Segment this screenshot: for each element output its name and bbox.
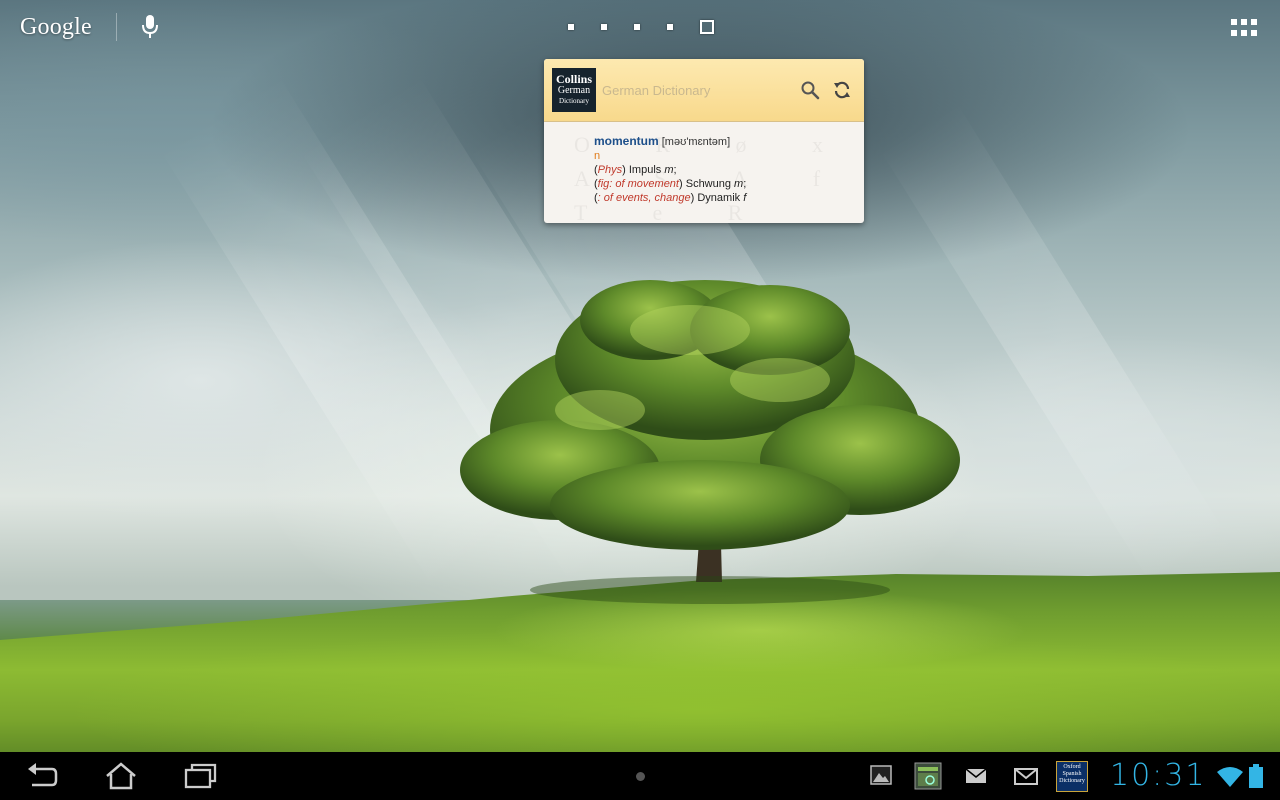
translation: Impuls	[625, 164, 665, 176]
back-icon[interactable]	[24, 762, 60, 790]
part-of-speech: n	[594, 150, 601, 162]
logo-line-2: German	[557, 84, 591, 96]
oxford-line-2: Spanish	[1062, 771, 1082, 777]
gender: f	[743, 192, 747, 204]
gmail-icon[interactable]	[1014, 768, 1038, 785]
logo-line-3: Dictionary	[559, 96, 589, 105]
collins-logo[interactable]: Collins German Dictionary	[552, 68, 596, 112]
refresh-icon[interactable]	[832, 80, 852, 100]
gallery-icon[interactable]	[870, 764, 892, 786]
sense-tag: : of events, change	[597, 192, 691, 204]
sense-tag: fig: of movement	[597, 178, 679, 190]
widget-header: Collins German Dictionary German Diction…	[544, 59, 864, 122]
home-icon[interactable]	[103, 762, 139, 790]
collins-dictionary-widget[interactable]: Collins German Dictionary German Diction…	[544, 59, 864, 223]
oxford-spanish-dictionary-icon[interactable]: Oxford Spanish Dictionary	[1056, 761, 1088, 792]
google-logo[interactable]: Google	[20, 14, 92, 41]
logo-line-1: Collins	[555, 71, 592, 86]
dictionary-entry[interactable]: O R ø x A S Λ f T e R momentum [məʊ'mɛnt…	[544, 122, 864, 223]
oxford-line-1: Oxford	[1063, 764, 1081, 770]
status-clock[interactable]: 10:31	[1110, 756, 1206, 796]
sense-line: (Phys) Impuls m;	[594, 164, 677, 176]
translation: Schwung	[682, 178, 735, 190]
widget-title[interactable]: German Dictionary	[602, 83, 800, 98]
system-navigation-bar: Oxford Spanish Dictionary	[0, 752, 1280, 800]
wifi-icon[interactable]	[1216, 766, 1244, 788]
page-dot	[568, 24, 574, 30]
all-apps-grid-icon[interactable]	[1231, 19, 1257, 37]
google-search-bar[interactable]: Google	[20, 12, 159, 42]
sense-line: (fig: of movement) Schwung m;	[594, 178, 747, 190]
recent-apps-icon[interactable]	[183, 762, 219, 790]
headword: momentum	[594, 134, 659, 148]
search-divider	[115, 13, 117, 41]
gender: m	[734, 178, 744, 190]
page-dot-current	[700, 20, 714, 34]
sense-tag: Phys	[597, 164, 623, 176]
search-icon[interactable]	[800, 80, 820, 100]
pronunciation: [məʊ'mɛntəm]	[661, 136, 731, 148]
page-dot	[667, 24, 673, 30]
nav-center-indicator	[636, 772, 645, 781]
battery-icon[interactable]	[1249, 764, 1263, 788]
page-dot	[634, 24, 640, 30]
gender: m	[664, 164, 674, 176]
page-dot	[601, 24, 607, 30]
translation: Dynamik	[694, 192, 744, 204]
mic-icon[interactable]	[141, 14, 159, 40]
email-icon[interactable]	[966, 769, 986, 783]
oxford-line-3: Dictionary	[1059, 778, 1085, 784]
sense-line: (: of events, change) Dynamik f	[594, 192, 747, 204]
screenshot-icon[interactable]	[914, 762, 942, 790]
home-page-indicator	[568, 20, 714, 34]
